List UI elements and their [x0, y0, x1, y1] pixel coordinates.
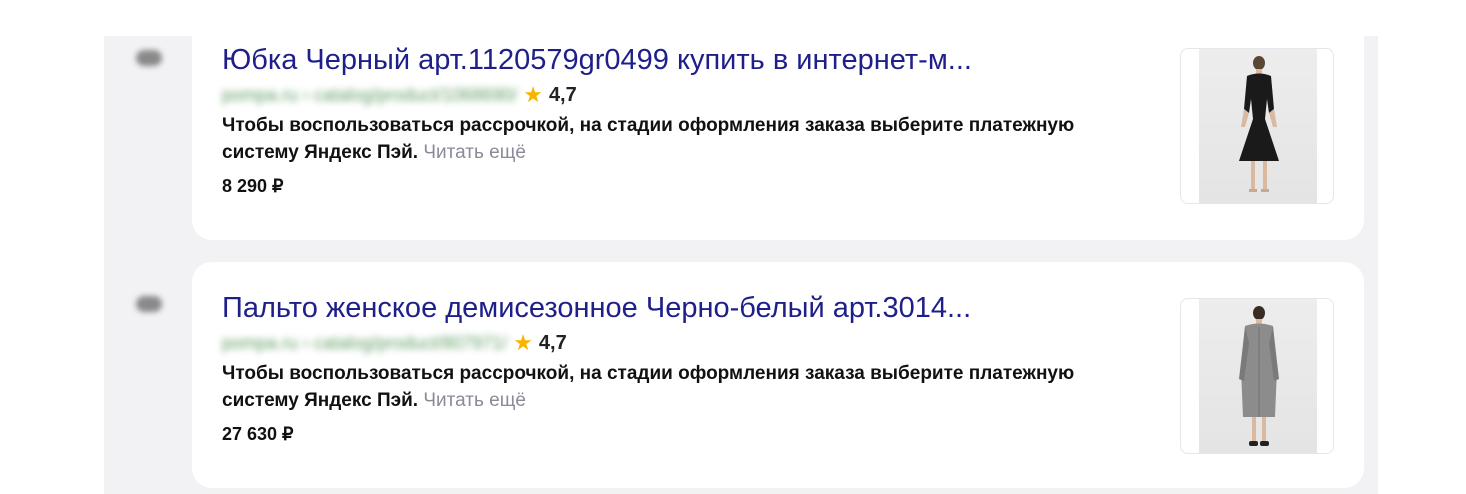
site-favicon-icon[interactable] [136, 296, 162, 312]
result-meta: pompa.ru › catalog/product/1068690/ ★ 4,… [222, 80, 1142, 110]
read-more-link[interactable]: Читать ещё [423, 390, 526, 411]
product-photo-dress [1199, 49, 1317, 203]
result-price: 27 630 ₽ [222, 424, 294, 444]
result-title-link[interactable]: Юбка Черный арт.1120579gr0499 купить в и… [222, 42, 1142, 78]
result-price: 8 290 ₽ [222, 176, 284, 196]
result-snippet: Чтобы воспользоваться рассрочкой, на ста… [222, 112, 1142, 166]
result-snippet: Чтобы воспользоваться рассрочкой, на ста… [222, 360, 1142, 414]
result-meta: pompa.ru › catalog/product/807971/ ★ 4,7 [222, 328, 1142, 358]
product-photo-coat [1199, 299, 1317, 453]
rating-value: 4,7 [548, 83, 577, 106]
rating-value: 4,7 [538, 331, 567, 354]
result-url[interactable]: pompa.ru › catalog/product/1068690/ [222, 85, 517, 106]
star-icon: ★ [513, 330, 533, 355]
snippet-text: Чтобы воспользоваться рассрочкой, на ста… [222, 115, 1075, 163]
product-thumbnail[interactable] [1180, 298, 1334, 454]
coat-figure-illustration [1239, 306, 1279, 446]
search-result: Пальто женское демисезонное Черно-белый … [222, 290, 1142, 446]
product-thumbnail[interactable] [1180, 48, 1334, 204]
dress-figure-illustration [1239, 56, 1279, 192]
snippet-text: Чтобы воспользоваться рассрочкой, на ста… [222, 363, 1075, 411]
read-more-link[interactable]: Читать ещё [423, 142, 526, 163]
star-icon: ★ [523, 82, 543, 107]
search-result: Юбка Черный арт.1120579gr0499 купить в и… [222, 42, 1142, 198]
site-favicon-icon[interactable] [136, 50, 162, 66]
result-title-link[interactable]: Пальто женское демисезонное Черно-белый … [222, 290, 1142, 326]
result-url[interactable]: pompa.ru › catalog/product/807971/ [222, 333, 507, 354]
